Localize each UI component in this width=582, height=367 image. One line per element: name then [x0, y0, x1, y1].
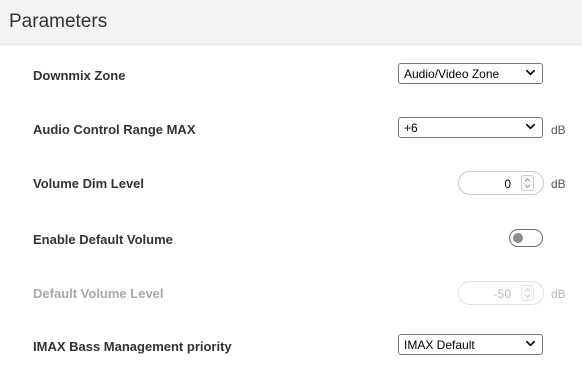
downmix-zone-value: Audio/Video Zone: [404, 67, 500, 81]
audio-control-range-value: +6: [404, 121, 418, 135]
spin-updown-icon[interactable]: [521, 285, 534, 301]
imax-bass-management-value: IMAX Default: [404, 338, 475, 352]
parameters-panel: Parameters Downmix Zone Audio/Video Zone…: [0, 0, 582, 367]
default-volume-level-unit: dB: [551, 287, 566, 301]
chevron-down-icon: [526, 123, 535, 130]
downmix-zone-label: Downmix Zone: [33, 68, 126, 83]
audio-control-range-row: Audio Control Range MAX +6 dB: [0, 117, 582, 143]
default-volume-level-stepper[interactable]: -50: [458, 281, 544, 305]
audio-control-range-select[interactable]: +6: [398, 117, 543, 138]
volume-dim-level-unit: dB: [551, 177, 566, 191]
imax-bass-management-row: IMAX Bass Management priority IMAX Defau…: [0, 334, 582, 360]
imax-bass-management-select[interactable]: IMAX Default: [398, 334, 543, 355]
panel-title: Parameters: [9, 11, 108, 32]
default-volume-level-row: Default Volume Level -50 dB: [0, 281, 582, 307]
volume-dim-level-value: 0: [504, 177, 511, 191]
default-volume-level-label: Default Volume Level: [33, 286, 164, 301]
audio-control-range-unit: dB: [551, 123, 566, 137]
volume-dim-level-row: Volume Dim Level 0 dB: [0, 171, 582, 197]
imax-bass-management-label: IMAX Bass Management priority: [33, 339, 232, 354]
spin-updown-icon[interactable]: [521, 175, 534, 191]
enable-default-volume-toggle[interactable]: [509, 229, 543, 247]
volume-dim-level-label: Volume Dim Level: [33, 176, 145, 191]
chevron-down-icon: [526, 69, 535, 76]
toggle-knob: [513, 233, 523, 243]
chevron-down-icon: [526, 340, 535, 347]
downmix-zone-select[interactable]: Audio/Video Zone: [398, 63, 543, 84]
panel-header: Parameters: [0, 0, 582, 45]
default-volume-level-value: -50: [493, 287, 511, 301]
enable-default-volume-row: Enable Default Volume: [0, 227, 582, 253]
enable-default-volume-label: Enable Default Volume: [33, 232, 173, 247]
downmix-zone-row: Downmix Zone Audio/Video Zone: [0, 63, 582, 89]
volume-dim-level-stepper[interactable]: 0: [458, 171, 544, 195]
audio-control-range-label: Audio Control Range MAX: [33, 122, 196, 137]
